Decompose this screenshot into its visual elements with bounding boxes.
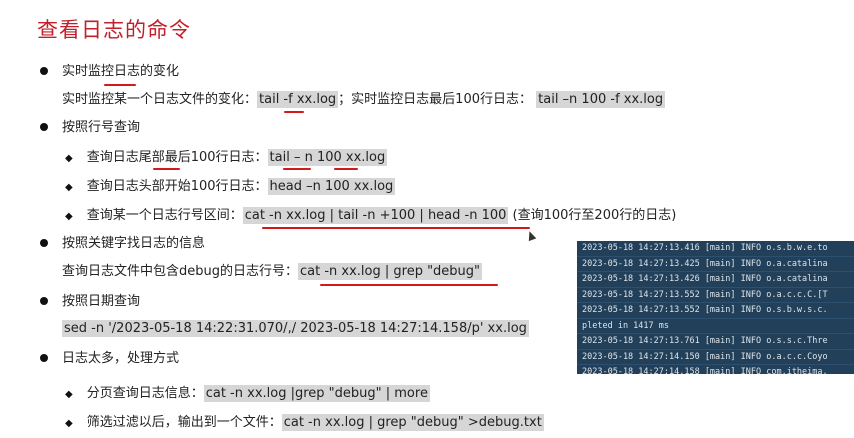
by-date-heading: 按照日期查询 [40, 292, 140, 312]
diamond-bullet-icon: ◆ [65, 153, 73, 164]
keyword-heading-text: 按照关键字找日志的信息 [62, 236, 206, 251]
by-line-item1-label: 查询日志尾部最后100行日志： [86, 150, 268, 165]
realtime-heading-text: 实时监控日志的变化 [62, 64, 180, 79]
diamond-bullet-icon: ◆ [65, 211, 73, 222]
by-date-cmd: sed -n '/2023-05-18 14:22:31.070/,/ 2023… [62, 320, 529, 337]
by-line-item2-cmd: head –n 100 xx.log [267, 178, 396, 195]
keyword-heading: 按照关键字找日志的信息 [40, 234, 205, 254]
diamond-bullet-icon: ◆ [65, 418, 73, 429]
too-many-item2-label: 筛选过滤以后，输出到一个文件： [86, 415, 282, 430]
too-many-item2-cmd: cat -n xx.log | grep "debug" >debug.txt [281, 414, 544, 431]
too-many-item-1: ◆ 分页查询日志信息： cat -n xx.log |grep "debug" | … [65, 384, 430, 405]
keyword-desc-text: 查询日志文件中包含debug的日志行号： [62, 264, 298, 279]
bullet-icon [40, 122, 48, 131]
realtime-desc: 实时监控某一个日志文件的变化： tail -f xx.log ；实时监控日志最后10… [62, 90, 666, 110]
mouse-cursor-icon [525, 229, 537, 242]
terminal-line: 2023-05-18 14:27:14.150 [main] INFO o.a.… [577, 350, 854, 365]
diamond-bullet-icon: ◆ [65, 389, 73, 400]
terminal-line: 2023-05-18 14:27:13.761 [main] INFO o.s.… [577, 334, 854, 350]
by-line-item3-label: 查询某一个日志行号区间： [86, 208, 243, 223]
by-line-item-3: ◆ 查询某一个日志行号区间： cat -n xx.log | tail -n +10… [65, 206, 676, 227]
bullet-icon [40, 66, 48, 75]
terminal-line: 2023-05-18 14:27:13.416 [main] INFO o.s.… [577, 241, 854, 257]
by-line-item3-cmd: cat -n xx.log | tail -n +100 | head -n 1… [242, 207, 509, 224]
by-line-heading: 按照行号查询 [40, 118, 140, 138]
terminal-line: 2023-05-18 14:27:13.552 [main] INFO o.a.… [577, 288, 854, 303]
terminal-line: pleted in 1417 ms [577, 319, 854, 334]
by-line-item-2: ◆ 查询日志头部开始100行日志： head –n 100 xx.log [65, 177, 396, 198]
realtime-heading: 实时监控日志的变化 [40, 62, 179, 82]
bullet-icon [40, 238, 48, 247]
terminal-line: 2023-05-18 14:27:13.552 [main] INFO o.s.… [577, 303, 854, 319]
underline-mark [334, 168, 358, 170]
realtime-desc-mid: ；实时监控日志最后100行日志： [338, 92, 532, 107]
too-many-heading: 日志太多，处理方式 [40, 349, 179, 369]
keyword-desc: 查询日志文件中包含debug的日志行号： cat -n xx.log | grep… [62, 262, 483, 282]
underline-mark [262, 227, 530, 229]
underline-mark [153, 168, 180, 170]
underline-mark [284, 111, 304, 113]
terminal-line: 2023-05-18 14:27:14.158 [main] INFO com.… [577, 365, 854, 374]
by-date-cmd-line: sed -n '/2023-05-18 14:22:31.070/,/ 2023… [62, 319, 529, 339]
bullet-icon [40, 353, 48, 362]
terminal-line: 2023-05-18 14:27:13.426 [main] INFO o.a.… [577, 272, 854, 288]
diamond-bullet-icon: ◆ [65, 182, 73, 193]
too-many-item1-cmd: cat -n xx.log |grep "debug" | more [203, 385, 430, 402]
underline-mark [283, 168, 311, 170]
by-date-heading-text: 按照日期查询 [62, 294, 141, 309]
bullet-icon [40, 296, 48, 305]
realtime-cmd2: tail –n 100 -f xx.log [536, 91, 666, 108]
terminal-log-panel: 2023-05-18 14:27:13.416 [main] INFO o.s.… [577, 241, 854, 374]
by-line-item3-note: (查询100行至200行的日志) [512, 208, 677, 223]
realtime-cmd1: tail -f xx.log [257, 91, 339, 108]
too-many-item-2: ◆ 筛选过滤以后，输出到一个文件： cat -n xx.log | grep "de… [65, 413, 544, 434]
terminal-line: 2023-05-18 14:27:13.425 [main] INFO o.a.… [577, 257, 854, 272]
by-line-heading-text: 按照行号查询 [62, 120, 141, 135]
by-line-item-1: ◆ 查询日志尾部最后100行日志： tail – n 100 xx.log [65, 148, 388, 169]
realtime-desc-prefix: 实时监控某一个日志文件的变化： [62, 92, 258, 107]
underline-mark [320, 284, 498, 286]
keyword-cmd: cat -n xx.log | grep "debug" [298, 263, 483, 280]
page-title: 查看日志的命令 [37, 18, 191, 42]
by-line-item2-label: 查询日志头部开始100行日志： [86, 179, 268, 194]
too-many-heading-text: 日志太多，处理方式 [62, 351, 180, 366]
underline-mark [104, 84, 136, 86]
by-line-item1-cmd: tail – n 100 xx.log [267, 149, 388, 166]
too-many-item1-label: 分页查询日志信息： [86, 386, 204, 401]
